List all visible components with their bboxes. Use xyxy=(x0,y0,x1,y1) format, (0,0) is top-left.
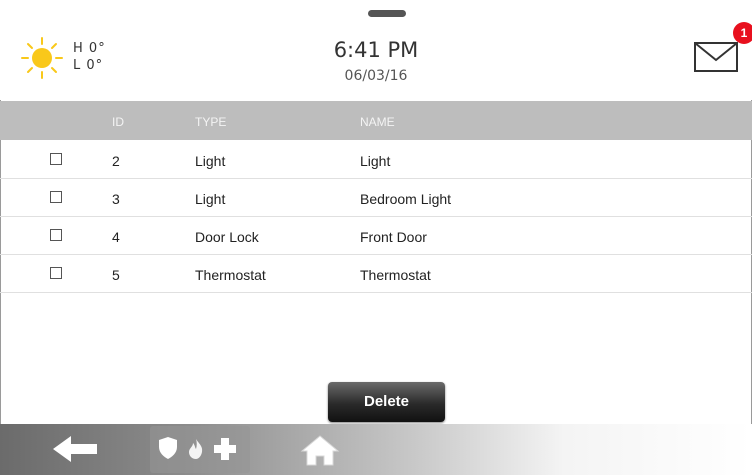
fire-icon[interactable] xyxy=(186,438,206,460)
back-arrow-icon[interactable] xyxy=(45,434,105,464)
current-date: 06/03/16 xyxy=(344,68,408,84)
table-header: ID TYPE NAME xyxy=(0,101,752,140)
delete-button[interactable]: Delete xyxy=(328,382,445,422)
row-type: Light xyxy=(195,191,226,207)
temperature-readout: H 0° L 0° xyxy=(73,40,106,74)
column-header-type: TYPE xyxy=(195,115,227,129)
table-row[interactable]: 2 Light Light xyxy=(0,141,752,179)
row-name: Bedroom Light xyxy=(360,191,452,207)
low-label: L xyxy=(73,58,82,73)
row-type: Thermostat xyxy=(195,267,266,283)
low-value: 0° xyxy=(86,58,104,73)
row-id: 3 xyxy=(112,191,120,207)
home-icon[interactable] xyxy=(300,434,340,466)
row-checkbox[interactable] xyxy=(50,153,62,165)
sun-icon xyxy=(21,37,63,79)
clock: 6:41 PM 06/03/16 xyxy=(276,38,476,84)
shield-icon[interactable] xyxy=(158,436,178,460)
low-temp: L 0° xyxy=(73,57,106,74)
row-name: Light xyxy=(360,153,391,169)
bottom-nav-bar xyxy=(0,424,752,475)
high-value: 0° xyxy=(88,41,106,56)
pull-down-handle[interactable] xyxy=(368,10,406,17)
plus-icon[interactable] xyxy=(212,436,238,462)
current-time: 6:41 PM xyxy=(333,38,419,62)
row-id: 4 xyxy=(112,229,120,245)
header: H 0° L 0° 6:41 PM 06/03/16 1 xyxy=(0,0,752,100)
row-type: Light xyxy=(195,153,226,169)
row-checkbox[interactable] xyxy=(50,191,62,203)
row-name: Front Door xyxy=(360,229,427,245)
row-checkbox[interactable] xyxy=(50,229,62,241)
row-type: Door Lock xyxy=(195,229,259,245)
unread-badge: 1 xyxy=(733,22,752,44)
high-label: H xyxy=(73,41,84,56)
weather-widget[interactable]: H 0° L 0° xyxy=(20,36,130,86)
row-checkbox[interactable] xyxy=(50,267,62,279)
column-header-id: ID xyxy=(112,115,124,129)
table-row[interactable]: 4 Door Lock Front Door xyxy=(0,217,752,255)
row-name: Thermostat xyxy=(360,267,431,283)
column-header-name: NAME xyxy=(360,115,395,129)
high-temp: H 0° xyxy=(73,40,106,57)
row-id: 5 xyxy=(112,267,120,283)
row-id: 2 xyxy=(112,153,120,169)
table-row[interactable]: 3 Light Bedroom Light xyxy=(0,179,752,217)
table-row[interactable]: 5 Thermostat Thermostat xyxy=(0,255,752,293)
